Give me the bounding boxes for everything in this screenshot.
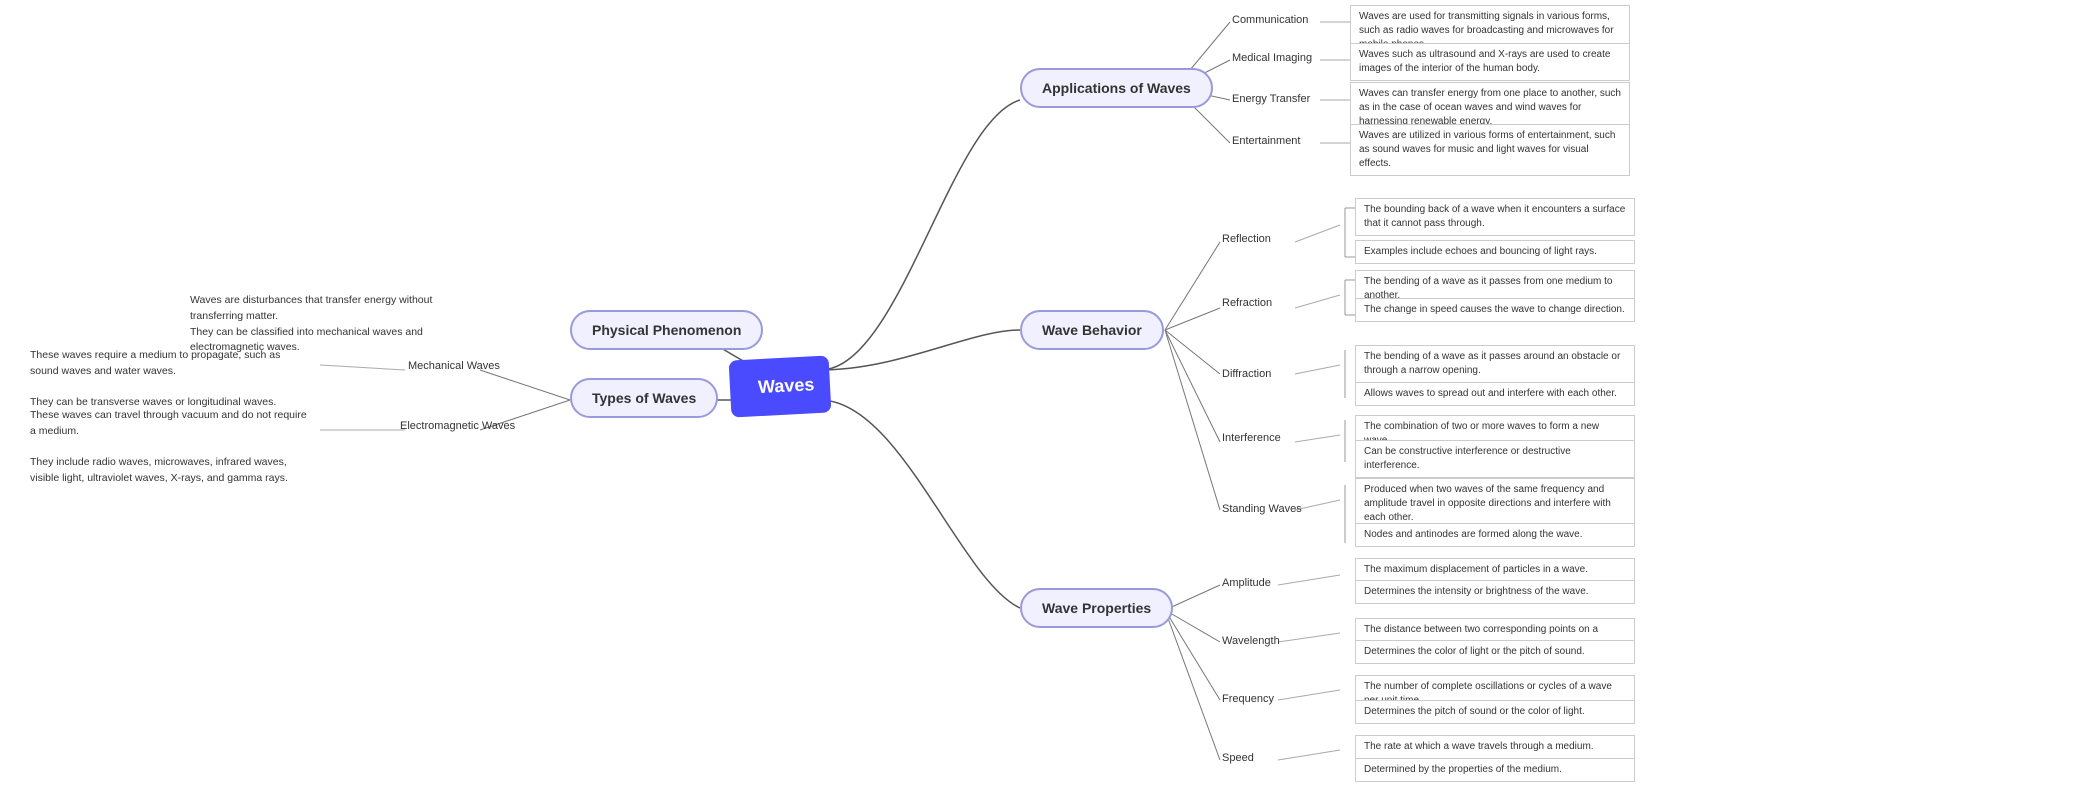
leaf-electromagnetic: Electromagnetic Waves xyxy=(400,420,515,432)
mechanical-text: These waves require a medium to propagat… xyxy=(30,348,310,411)
leaf-wavelength: Wavelength xyxy=(1222,635,1280,647)
branch-applications: Applications of Waves xyxy=(1020,68,1213,108)
connection-lines xyxy=(0,0,2091,806)
leaf-diffraction: Diffraction xyxy=(1222,368,1271,380)
leaf-refraction: Refraction xyxy=(1222,297,1272,309)
branch-physical: Physical Phenomenon xyxy=(570,310,763,350)
desc-interference-2: Can be constructive interference or dest… xyxy=(1355,440,1635,478)
leaf-frequency: Frequency xyxy=(1222,693,1274,705)
leaf-interference: Interference xyxy=(1222,432,1281,444)
physical-text: Waves are disturbances that transfer ene… xyxy=(190,293,470,356)
central-node: Waves xyxy=(729,355,832,417)
desc-amplitude-1: The maximum displacement of particles in… xyxy=(1355,558,1635,582)
branch-waveproperties: Wave Properties xyxy=(1020,588,1173,628)
leaf-speed: Speed xyxy=(1222,752,1254,764)
leaf-medical-imaging: Medical Imaging xyxy=(1232,52,1312,64)
leaf-amplitude: Amplitude xyxy=(1222,577,1271,589)
desc-diffraction-2: Allows waves to spread out and interfere… xyxy=(1355,382,1635,406)
desc-speed-2: Determined by the properties of the medi… xyxy=(1355,758,1635,782)
leaf-energy-transfer: Energy Transfer xyxy=(1232,93,1310,105)
leaf-entertainment: Entertainment xyxy=(1232,135,1300,147)
desc-reflection-1: The bounding back of a wave when it enco… xyxy=(1355,198,1635,236)
electromagnetic-text: These waves can travel through vacuum an… xyxy=(30,408,310,487)
desc-speed-1: The rate at which a wave travels through… xyxy=(1355,735,1635,759)
desc-wavelength-2: Determines the color of light or the pit… xyxy=(1355,640,1635,664)
desc-frequency-2: Determines the pitch of sound or the col… xyxy=(1355,700,1635,724)
desc-diffraction-1: The bending of a wave as it passes aroun… xyxy=(1355,345,1635,383)
mindmap-canvas: Waves Applications of Waves Communicatio… xyxy=(0,0,2091,806)
desc-entertainment: Waves are utilized in various forms of e… xyxy=(1350,124,1630,176)
leaf-standing-waves: Standing Waves xyxy=(1222,503,1302,515)
branch-wavebehavior: Wave Behavior xyxy=(1020,310,1164,350)
desc-amplitude-2: Determines the intensity or brightness o… xyxy=(1355,580,1635,604)
leaf-reflection: Reflection xyxy=(1222,233,1271,245)
leaf-mechanical: Mechanical Waves xyxy=(408,360,500,372)
desc-refraction-2: The change in speed causes the wave to c… xyxy=(1355,298,1635,322)
desc-standing-2: Nodes and antinodes are formed along the… xyxy=(1355,523,1635,547)
desc-medical-imaging: Waves such as ultrasound and X-rays are … xyxy=(1350,43,1630,81)
branch-types: Types of Waves xyxy=(570,378,718,418)
leaf-communication: Communication xyxy=(1232,14,1308,26)
desc-reflection-2: Examples include echoes and bouncing of … xyxy=(1355,240,1635,264)
